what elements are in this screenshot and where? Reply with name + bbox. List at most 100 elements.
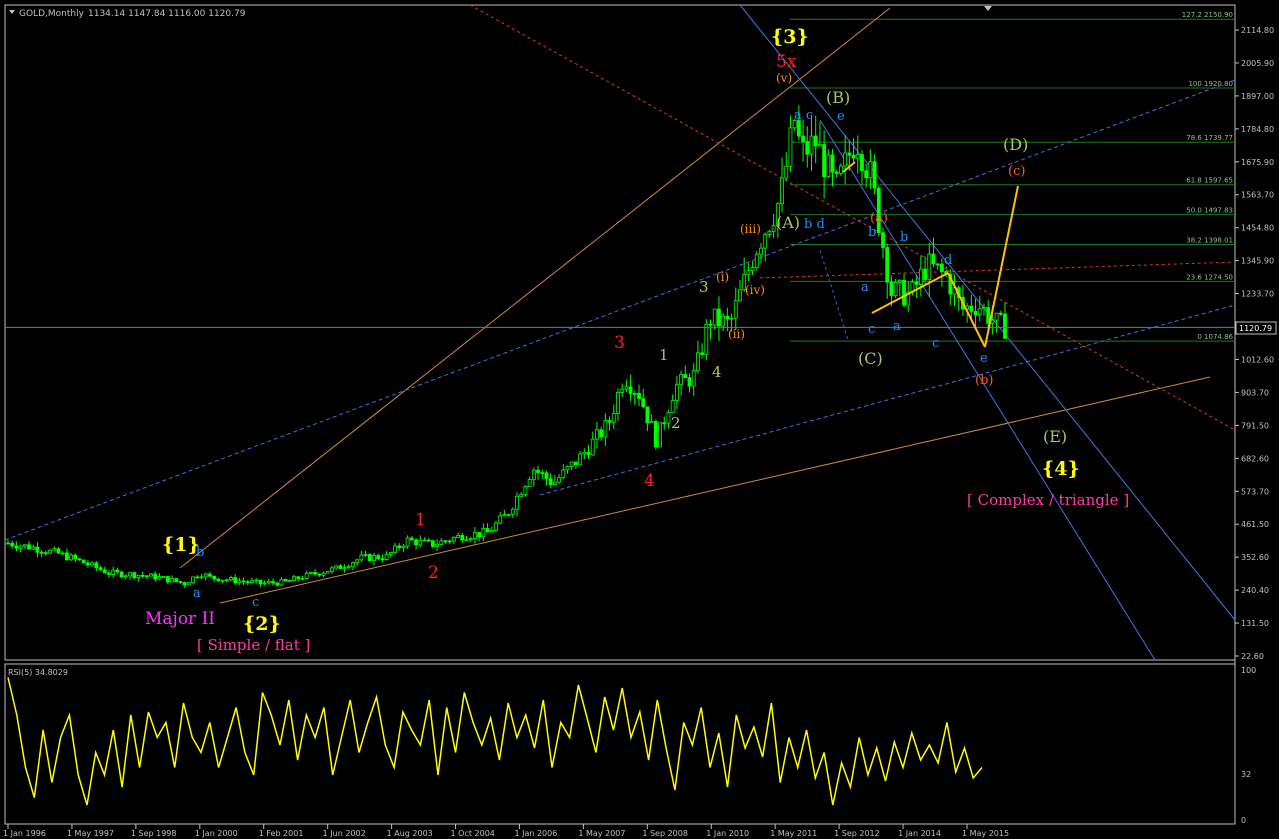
time-tick-label: 1 Sep 2008 xyxy=(642,829,688,838)
candle-body xyxy=(447,540,452,543)
dropdown-icon[interactable] xyxy=(9,10,15,14)
candle-body xyxy=(56,548,61,554)
candle-body xyxy=(199,576,204,579)
candle-body xyxy=(708,323,713,326)
candle-body xyxy=(22,544,27,547)
candle-body xyxy=(18,545,23,549)
candle-body xyxy=(738,289,742,302)
price-tick-label: 1563.70 xyxy=(1241,191,1274,200)
price-tick-label: 903.70 xyxy=(1241,388,1269,397)
candle-body xyxy=(969,305,974,312)
wave-label: e xyxy=(980,351,988,366)
price-tick-label: 573.70 xyxy=(1241,487,1269,496)
candle-body xyxy=(851,154,856,159)
support-trendline xyxy=(219,376,1211,604)
candle-body xyxy=(384,553,389,560)
candle-body xyxy=(136,574,141,579)
candle-body xyxy=(843,152,848,167)
candle-body xyxy=(506,514,511,516)
price-tick-label: 461.50 xyxy=(1241,520,1269,529)
wave-label: a xyxy=(861,280,869,295)
candle-body xyxy=(98,567,103,571)
time-tick-label: 1 May 2007 xyxy=(578,829,625,838)
candle-body xyxy=(885,247,890,283)
ohlc-label: 1134.14 1147.84 1116.00 1120.79 xyxy=(88,9,246,19)
candle-body xyxy=(561,469,566,479)
shift-marker-icon[interactable] xyxy=(984,6,992,11)
time-tick-label: 1 Feb 2001 xyxy=(259,829,304,838)
candle-body xyxy=(283,578,288,582)
candle-body xyxy=(372,555,376,562)
candle-body xyxy=(342,567,347,570)
chart-canvas[interactable]: GOLD,Monthly 1134.14 1147.84 1116.00 112… xyxy=(0,0,1279,839)
price-tick-label: 2005.90 xyxy=(1241,59,1274,68)
candle-body xyxy=(982,307,986,310)
candle-body xyxy=(973,310,978,316)
price-tick-label: 1233.70 xyxy=(1241,290,1274,299)
candle-body xyxy=(510,508,515,515)
candle-body xyxy=(262,582,267,585)
candle-body xyxy=(271,581,275,584)
candle-body xyxy=(334,565,339,569)
candle-body xyxy=(35,546,40,553)
candle-body xyxy=(662,422,667,425)
candle-body xyxy=(321,572,326,576)
candle-body xyxy=(611,413,616,423)
candle-body xyxy=(620,388,625,393)
wave-label: (D) xyxy=(1003,135,1028,154)
candle-body xyxy=(208,573,212,577)
candle-body xyxy=(523,485,528,495)
candle-body xyxy=(628,386,633,394)
candle-body xyxy=(616,391,620,414)
candle-body xyxy=(939,263,944,272)
candle-body xyxy=(60,552,65,555)
candle-body xyxy=(515,495,519,510)
wave-label: a xyxy=(193,586,201,601)
candle-body xyxy=(607,420,612,423)
candle-body xyxy=(729,317,734,320)
candle-body xyxy=(645,406,650,424)
price-tick-label: 791.50 xyxy=(1241,421,1269,430)
candle-body xyxy=(119,571,124,578)
price-tick-label: 1675.90 xyxy=(1241,158,1274,167)
candle-body xyxy=(485,528,490,533)
wave-label: 3 xyxy=(614,333,625,353)
candle-body xyxy=(830,154,835,173)
fib-level-label: 23.6 1274.50 xyxy=(1186,273,1233,281)
time-tick-label: 1 Oct 2004 xyxy=(451,829,495,838)
time-tick-label: 1 Jan 2000 xyxy=(195,829,238,838)
candle-body xyxy=(658,422,662,448)
resistance-line xyxy=(469,4,1236,431)
candle-body xyxy=(834,171,839,174)
time-tick-label: 1 Jan 2014 xyxy=(898,829,941,838)
candle-body xyxy=(178,581,183,583)
wave-label: (b) xyxy=(975,373,993,388)
candle-body xyxy=(641,398,646,408)
candle-body xyxy=(750,267,755,272)
falling-channel-line xyxy=(819,119,1156,661)
candle-body xyxy=(414,539,418,546)
wave-label: {2} xyxy=(243,613,281,635)
candle-body xyxy=(279,578,284,586)
candle-body xyxy=(380,558,385,561)
candle-body xyxy=(494,522,498,531)
candle-body xyxy=(679,374,683,386)
candle-body xyxy=(430,540,435,547)
candle-body xyxy=(443,540,448,543)
time-tick-label: 1 Jan 2010 xyxy=(706,829,749,838)
candle-body xyxy=(304,572,309,580)
time-tick-label: 1 Aug 2003 xyxy=(387,829,433,838)
candle-body xyxy=(468,538,473,541)
candle-body xyxy=(313,571,317,575)
candle-body xyxy=(128,572,132,577)
candle-body xyxy=(582,451,587,455)
candle-body xyxy=(456,534,461,538)
price-tick-label: 1454.80 xyxy=(1241,224,1274,233)
candle-body xyxy=(363,554,368,556)
candle-body xyxy=(460,534,465,541)
rsi-tick-100: 100 xyxy=(1241,666,1256,675)
fib-level-label: 78.6 1739.77 xyxy=(1186,134,1233,142)
candle-body xyxy=(847,152,852,156)
candle-body xyxy=(864,170,869,179)
rsi-tick-0: 0 xyxy=(1241,816,1246,825)
